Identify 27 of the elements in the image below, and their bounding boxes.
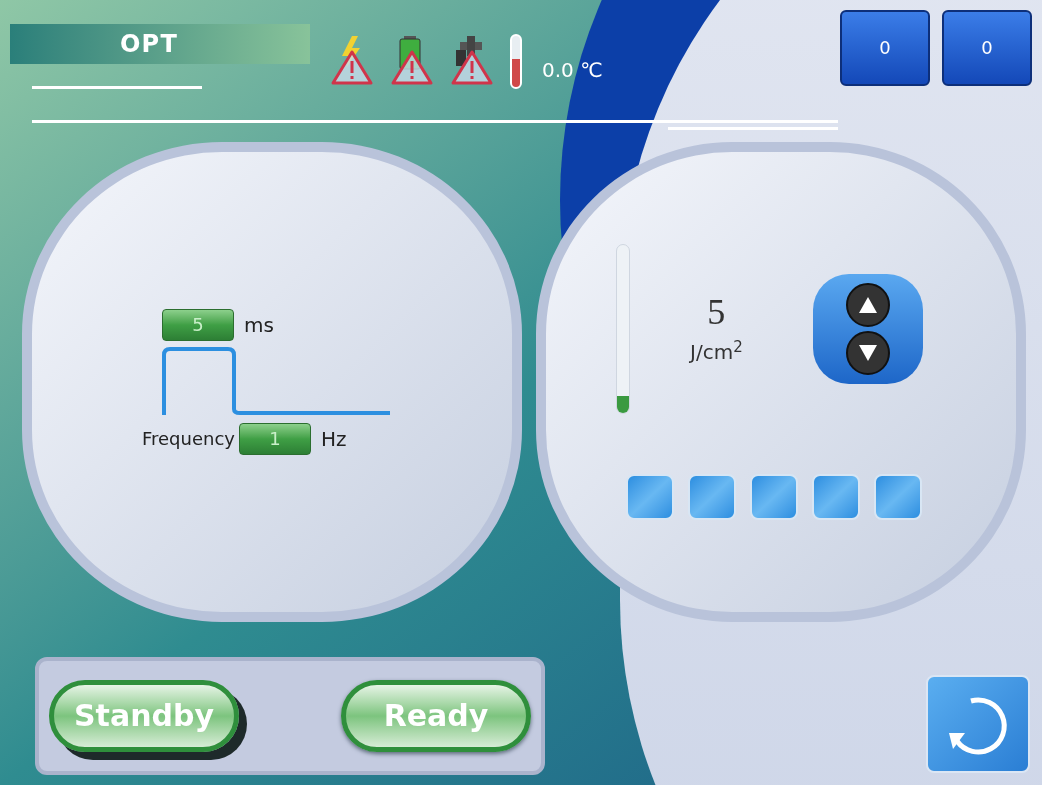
temperature-reading: 0.0 ℃	[542, 57, 603, 84]
energy-value: 5	[707, 292, 726, 332]
energy-unit: J/cm$^{2}$	[690, 338, 743, 366]
pulse-width-field[interactable]: 5	[162, 309, 234, 341]
refresh-button[interactable]	[926, 675, 1030, 773]
lightning-warning-icon	[330, 34, 374, 86]
decrease-button[interactable]	[845, 331, 890, 375]
counter-display: 0	[840, 10, 930, 86]
pulse-waveform-icon	[162, 347, 392, 417]
thermometer-icon	[510, 34, 522, 89]
unit-label: ms	[244, 312, 274, 339]
preset-button[interactable]	[750, 474, 798, 520]
increase-button[interactable]	[845, 283, 890, 327]
battery-warning-icon	[390, 34, 434, 86]
preset-button[interactable]	[688, 474, 736, 520]
preset-button[interactable]	[626, 474, 674, 520]
mode-title: OPT	[120, 29, 178, 60]
up-triangle-icon	[857, 296, 878, 314]
faucet-warning-icon	[450, 34, 494, 86]
frequency-field[interactable]: 1	[239, 423, 311, 455]
preset-button[interactable]	[874, 474, 922, 520]
unit-label: Hz	[321, 426, 347, 453]
frequency-label: Frequency	[142, 427, 235, 451]
preset-button[interactable]	[812, 474, 860, 520]
down-triangle-icon	[857, 344, 878, 362]
counter-display: 0	[942, 10, 1032, 86]
mode-button[interactable]: Ready	[341, 680, 531, 752]
